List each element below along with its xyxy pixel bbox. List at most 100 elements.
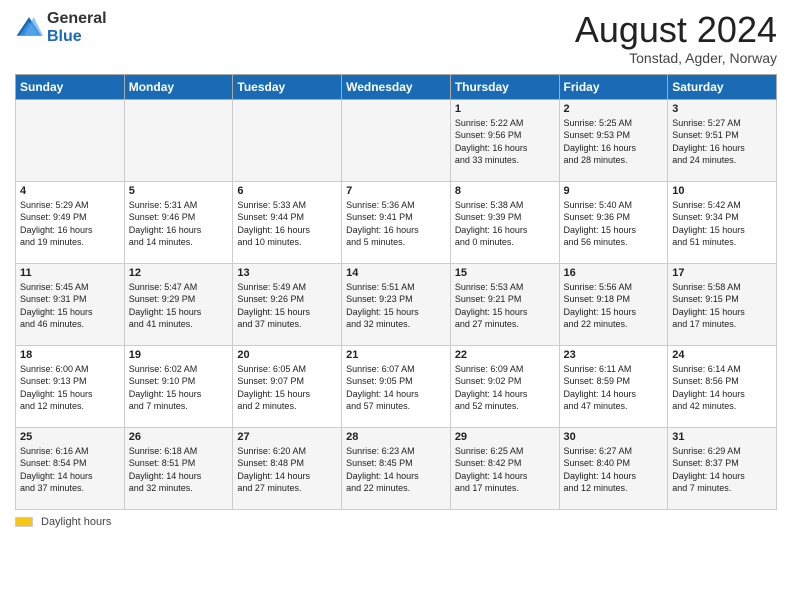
day-number: 18 (20, 349, 120, 361)
day-info: Sunrise: 5:29 AM Sunset: 9:49 PM Dayligh… (20, 199, 120, 249)
day-info: Sunrise: 6:20 AM Sunset: 8:48 PM Dayligh… (237, 445, 337, 495)
day-cell: 17 Sunrise: 5:58 AM Sunset: 9:15 PM Dayli… (668, 263, 777, 345)
day-cell: 23 Sunrise: 6:11 AM Sunset: 8:59 PM Dayli… (559, 345, 668, 427)
day-info: Sunrise: 6:29 AM Sunset: 8:37 PM Dayligh… (672, 445, 772, 495)
day-number: 31 (672, 431, 772, 443)
day-number: 20 (237, 349, 337, 361)
day-cell: 20 Sunrise: 6:05 AM Sunset: 9:07 PM Dayli… (233, 345, 342, 427)
day-cell: 12 Sunrise: 5:47 AM Sunset: 9:29 PM Dayli… (124, 263, 233, 345)
day-cell: 28 Sunrise: 6:23 AM Sunset: 8:45 PM Dayli… (342, 427, 451, 509)
day-number: 3 (672, 103, 772, 115)
day-header-sunday: Sunday (16, 74, 125, 99)
day-cell (233, 99, 342, 181)
day-number: 1 (455, 103, 555, 115)
day-header-saturday: Saturday (668, 74, 777, 99)
day-info: Sunrise: 6:25 AM Sunset: 8:42 PM Dayligh… (455, 445, 555, 495)
day-cell: 2 Sunrise: 5:25 AM Sunset: 9:53 PM Daylig… (559, 99, 668, 181)
week-row-4: 18 Sunrise: 6:00 AM Sunset: 9:13 PM Dayli… (16, 345, 777, 427)
day-number: 4 (20, 185, 120, 197)
location-text: Tonstad, Agder, Norway (575, 50, 777, 66)
day-info: Sunrise: 6:23 AM Sunset: 8:45 PM Dayligh… (346, 445, 446, 495)
day-number: 12 (129, 267, 229, 279)
page: General Blue August 2024 Tonstad, Agder,… (0, 0, 792, 612)
day-info: Sunrise: 5:27 AM Sunset: 9:51 PM Dayligh… (672, 117, 772, 167)
day-cell (16, 99, 125, 181)
day-cell: 26Sunrise: 6:18 AM Sunset: 8:51 PM Dayli… (124, 427, 233, 509)
day-cell: 27 Sunrise: 6:20 AM Sunset: 8:48 PM Dayli… (233, 427, 342, 509)
day-info: Sunrise: 6:18 AM Sunset: 8:51 PM Dayligh… (129, 445, 229, 495)
day-cell: 3 Sunrise: 5:27 AM Sunset: 9:51 PM Daylig… (668, 99, 777, 181)
day-number: 28 (346, 431, 446, 443)
day-number: 14 (346, 267, 446, 279)
day-cell: 18 Sunrise: 6:00 AM Sunset: 9:13 PM Dayli… (16, 345, 125, 427)
title-block: August 2024 Tonstad, Agder, Norway (575, 10, 777, 66)
day-number: 6 (237, 185, 337, 197)
day-cell: 10Sunrise: 5:42 AM Sunset: 9:34 PM Dayli… (668, 181, 777, 263)
day-info: Sunrise: 5:33 AM Sunset: 9:44 PM Dayligh… (237, 199, 337, 249)
day-number: 24 (672, 349, 772, 361)
day-cell: 31 Sunrise: 6:29 AM Sunset: 8:37 PM Dayli… (668, 427, 777, 509)
month-year-title: August 2024 (575, 10, 777, 50)
day-info: Sunrise: 5:45 AM Sunset: 9:31 PM Dayligh… (20, 281, 120, 331)
day-info: Sunrise: 5:38 AM Sunset: 9:39 PM Dayligh… (455, 199, 555, 249)
day-cell: 24Sunrise: 6:14 AM Sunset: 8:56 PM Dayli… (668, 345, 777, 427)
day-info: Sunrise: 6:27 AM Sunset: 8:40 PM Dayligh… (564, 445, 664, 495)
day-info: Sunrise: 5:56 AM Sunset: 9:18 PM Dayligh… (564, 281, 664, 331)
day-header-tuesday: Tuesday (233, 74, 342, 99)
day-cell: 16 Sunrise: 5:56 AM Sunset: 9:18 PM Dayli… (559, 263, 668, 345)
day-number: 25 (20, 431, 120, 443)
day-info: Sunrise: 6:02 AM Sunset: 9:10 PM Dayligh… (129, 363, 229, 413)
logo-text: General Blue (47, 10, 107, 45)
day-cell: 13 Sunrise: 5:49 AM Sunset: 9:26 PM Dayli… (233, 263, 342, 345)
day-info: Sunrise: 5:25 AM Sunset: 9:53 PM Dayligh… (564, 117, 664, 167)
day-info: Sunrise: 6:05 AM Sunset: 9:07 PM Dayligh… (237, 363, 337, 413)
day-cell: 8 Sunrise: 5:38 AM Sunset: 9:39 PM Daylig… (450, 181, 559, 263)
day-number: 17 (672, 267, 772, 279)
day-header-wednesday: Wednesday (342, 74, 451, 99)
day-info: Sunrise: 6:00 AM Sunset: 9:13 PM Dayligh… (20, 363, 120, 413)
day-info: Sunrise: 6:09 AM Sunset: 9:02 PM Dayligh… (455, 363, 555, 413)
day-number: 22 (455, 349, 555, 361)
day-cell: 7Sunrise: 5:36 AM Sunset: 9:41 PM Daylig… (342, 181, 451, 263)
day-number: 23 (564, 349, 664, 361)
day-cell: 11 Sunrise: 5:45 AM Sunset: 9:31 PM Dayli… (16, 263, 125, 345)
day-number: 29 (455, 431, 555, 443)
day-header-thursday: Thursday (450, 74, 559, 99)
daylight-bar-icon (15, 517, 33, 527)
day-info: Sunrise: 5:49 AM Sunset: 9:26 PM Dayligh… (237, 281, 337, 331)
day-cell: 29 Sunrise: 6:25 AM Sunset: 8:42 PM Dayli… (450, 427, 559, 509)
day-cell (342, 99, 451, 181)
day-number: 27 (237, 431, 337, 443)
day-info: Sunrise: 5:47 AM Sunset: 9:29 PM Dayligh… (129, 281, 229, 331)
day-info: Sunrise: 5:51 AM Sunset: 9:23 PM Dayligh… (346, 281, 446, 331)
day-cell: 9 Sunrise: 5:40 AM Sunset: 9:36 PM Daylig… (559, 181, 668, 263)
day-cell: 1Sunrise: 5:22 AM Sunset: 9:56 PM Daylig… (450, 99, 559, 181)
logo-icon (15, 14, 43, 42)
day-cell: 6 Sunrise: 5:33 AM Sunset: 9:44 PM Daylig… (233, 181, 342, 263)
calendar-table: SundayMondayTuesdayWednesdayThursdayFrid… (15, 74, 777, 510)
daylight-label: Daylight hours (41, 516, 111, 528)
day-number: 13 (237, 267, 337, 279)
week-row-2: 4 Sunrise: 5:29 AM Sunset: 9:49 PM Daylig… (16, 181, 777, 263)
day-info: Sunrise: 5:40 AM Sunset: 9:36 PM Dayligh… (564, 199, 664, 249)
day-cell: 25 Sunrise: 6:16 AM Sunset: 8:54 PM Dayli… (16, 427, 125, 509)
week-row-5: 25 Sunrise: 6:16 AM Sunset: 8:54 PM Dayli… (16, 427, 777, 509)
day-info: Sunrise: 6:11 AM Sunset: 8:59 PM Dayligh… (564, 363, 664, 413)
day-number: 2 (564, 103, 664, 115)
day-number: 15 (455, 267, 555, 279)
week-row-1: 1Sunrise: 5:22 AM Sunset: 9:56 PM Daylig… (16, 99, 777, 181)
logo-general-text: General (47, 10, 107, 28)
logo: General Blue (15, 10, 107, 45)
day-number: 16 (564, 267, 664, 279)
day-number: 9 (564, 185, 664, 197)
header-row: SundayMondayTuesdayWednesdayThursdayFrid… (16, 74, 777, 99)
day-info: Sunrise: 5:58 AM Sunset: 9:15 PM Dayligh… (672, 281, 772, 331)
day-info: Sunrise: 5:53 AM Sunset: 9:21 PM Dayligh… (455, 281, 555, 331)
day-number: 19 (129, 349, 229, 361)
day-number: 11 (20, 267, 120, 279)
day-info: Sunrise: 6:16 AM Sunset: 8:54 PM Dayligh… (20, 445, 120, 495)
day-header-monday: Monday (124, 74, 233, 99)
day-number: 8 (455, 185, 555, 197)
day-info: Sunrise: 6:07 AM Sunset: 9:05 PM Dayligh… (346, 363, 446, 413)
day-cell: 19 Sunrise: 6:02 AM Sunset: 9:10 PM Dayli… (124, 345, 233, 427)
